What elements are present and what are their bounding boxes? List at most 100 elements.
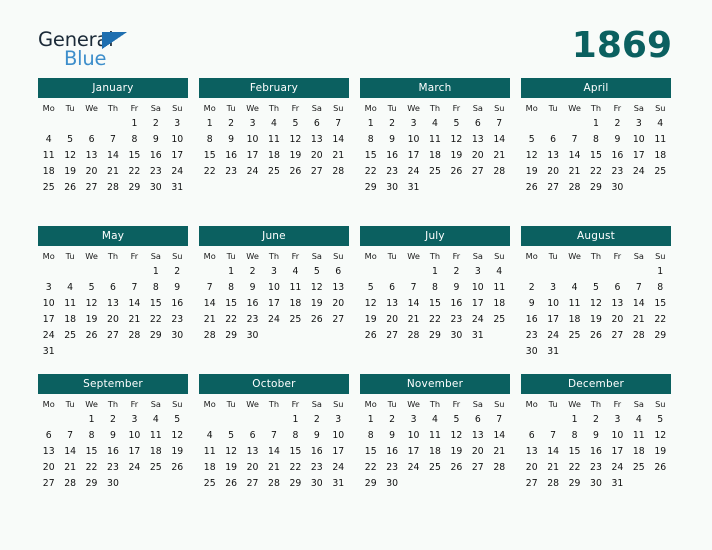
day-cell[interactable]: 27 (306, 163, 327, 179)
day-cell[interactable]: 18 (424, 147, 445, 163)
day-cell[interactable]: 9 (242, 279, 263, 295)
day-cell[interactable]: 25 (489, 311, 510, 327)
day-cell[interactable]: 11 (650, 131, 671, 147)
day-cell[interactable]: 23 (381, 459, 402, 475)
day-cell[interactable]: 27 (542, 179, 563, 195)
day-cell[interactable]: 1 (424, 263, 445, 279)
day-cell[interactable]: 14 (59, 443, 80, 459)
day-cell[interactable]: 12 (167, 427, 188, 443)
day-cell[interactable]: 11 (424, 427, 445, 443)
day-cell[interactable]: 19 (360, 311, 381, 327)
day-cell[interactable]: 20 (467, 147, 488, 163)
day-cell[interactable]: 9 (521, 295, 542, 311)
day-cell[interactable]: 28 (124, 327, 145, 343)
day-cell[interactable]: 16 (242, 295, 263, 311)
day-cell[interactable]: 18 (650, 147, 671, 163)
day-cell[interactable]: 3 (328, 411, 349, 427)
day-cell[interactable]: 17 (328, 443, 349, 459)
day-cell[interactable]: 8 (199, 131, 220, 147)
day-cell[interactable]: 5 (59, 131, 80, 147)
day-cell[interactable]: 2 (145, 115, 166, 131)
day-cell[interactable]: 10 (607, 427, 628, 443)
day-cell[interactable]: 13 (381, 295, 402, 311)
day-cell[interactable]: 18 (145, 443, 166, 459)
day-cell[interactable]: 9 (220, 131, 241, 147)
day-cell[interactable]: 30 (167, 327, 188, 343)
day-cell[interactable]: 25 (424, 163, 445, 179)
day-cell[interactable]: 26 (650, 459, 671, 475)
day-cell[interactable]: 15 (285, 443, 306, 459)
day-cell[interactable]: 15 (564, 443, 585, 459)
day-cell[interactable]: 21 (564, 163, 585, 179)
day-cell[interactable]: 5 (285, 115, 306, 131)
day-cell[interactable]: 24 (263, 311, 284, 327)
day-cell[interactable]: 8 (285, 427, 306, 443)
day-cell[interactable]: 20 (467, 443, 488, 459)
day-cell[interactable]: 28 (102, 179, 123, 195)
day-cell[interactable]: 20 (328, 295, 349, 311)
day-cell[interactable]: 4 (650, 115, 671, 131)
day-cell[interactable]: 23 (220, 163, 241, 179)
day-cell[interactable]: 4 (564, 279, 585, 295)
day-cell[interactable]: 20 (102, 311, 123, 327)
day-cell[interactable]: 11 (145, 427, 166, 443)
day-cell[interactable]: 19 (81, 311, 102, 327)
day-cell[interactable]: 11 (285, 279, 306, 295)
day-cell[interactable]: 27 (607, 327, 628, 343)
day-cell[interactable]: 5 (81, 279, 102, 295)
day-cell[interactable]: 28 (403, 327, 424, 343)
day-cell[interactable]: 22 (360, 459, 381, 475)
day-cell[interactable]: 1 (124, 115, 145, 131)
day-cell[interactable]: 21 (489, 443, 510, 459)
day-cell[interactable]: 7 (59, 427, 80, 443)
day-cell[interactable]: 29 (650, 327, 671, 343)
day-cell[interactable]: 24 (328, 459, 349, 475)
day-cell[interactable]: 10 (124, 427, 145, 443)
day-cell[interactable]: 12 (446, 427, 467, 443)
day-cell[interactable]: 2 (607, 115, 628, 131)
day-cell[interactable]: 19 (59, 163, 80, 179)
day-cell[interactable]: 28 (542, 475, 563, 491)
day-cell[interactable]: 31 (328, 475, 349, 491)
day-cell[interactable]: 4 (628, 411, 649, 427)
day-cell[interactable]: 21 (628, 311, 649, 327)
day-cell[interactable]: 11 (59, 295, 80, 311)
day-cell[interactable]: 9 (607, 131, 628, 147)
day-cell[interactable]: 8 (145, 279, 166, 295)
day-cell[interactable]: 30 (381, 475, 402, 491)
day-cell[interactable]: 6 (381, 279, 402, 295)
day-cell[interactable]: 17 (38, 311, 59, 327)
day-cell[interactable]: 26 (81, 327, 102, 343)
day-cell[interactable]: 11 (263, 131, 284, 147)
day-cell[interactable]: 6 (467, 115, 488, 131)
day-cell[interactable]: 8 (360, 427, 381, 443)
day-cell[interactable]: 8 (585, 131, 606, 147)
day-cell[interactable]: 3 (403, 115, 424, 131)
day-cell[interactable]: 16 (145, 147, 166, 163)
day-cell[interactable]: 9 (145, 131, 166, 147)
day-cell[interactable]: 13 (607, 295, 628, 311)
day-cell[interactable]: 24 (542, 327, 563, 343)
day-cell[interactable]: 30 (242, 327, 263, 343)
day-cell[interactable]: 20 (542, 163, 563, 179)
day-cell[interactable]: 2 (446, 263, 467, 279)
day-cell[interactable]: 7 (124, 279, 145, 295)
day-cell[interactable]: 13 (102, 295, 123, 311)
day-cell[interactable]: 22 (199, 163, 220, 179)
day-cell[interactable]: 14 (403, 295, 424, 311)
day-cell[interactable]: 20 (521, 459, 542, 475)
day-cell[interactable]: 5 (446, 115, 467, 131)
day-cell[interactable]: 7 (403, 279, 424, 295)
day-cell[interactable]: 6 (81, 131, 102, 147)
day-cell[interactable]: 5 (167, 411, 188, 427)
day-cell[interactable]: 12 (81, 295, 102, 311)
day-cell[interactable]: 11 (424, 131, 445, 147)
day-cell[interactable]: 2 (242, 263, 263, 279)
day-cell[interactable]: 24 (124, 459, 145, 475)
day-cell[interactable]: 14 (263, 443, 284, 459)
day-cell[interactable]: 5 (585, 279, 606, 295)
day-cell[interactable]: 21 (59, 459, 80, 475)
day-cell[interactable]: 10 (38, 295, 59, 311)
day-cell[interactable]: 14 (542, 443, 563, 459)
day-cell[interactable]: 10 (628, 131, 649, 147)
